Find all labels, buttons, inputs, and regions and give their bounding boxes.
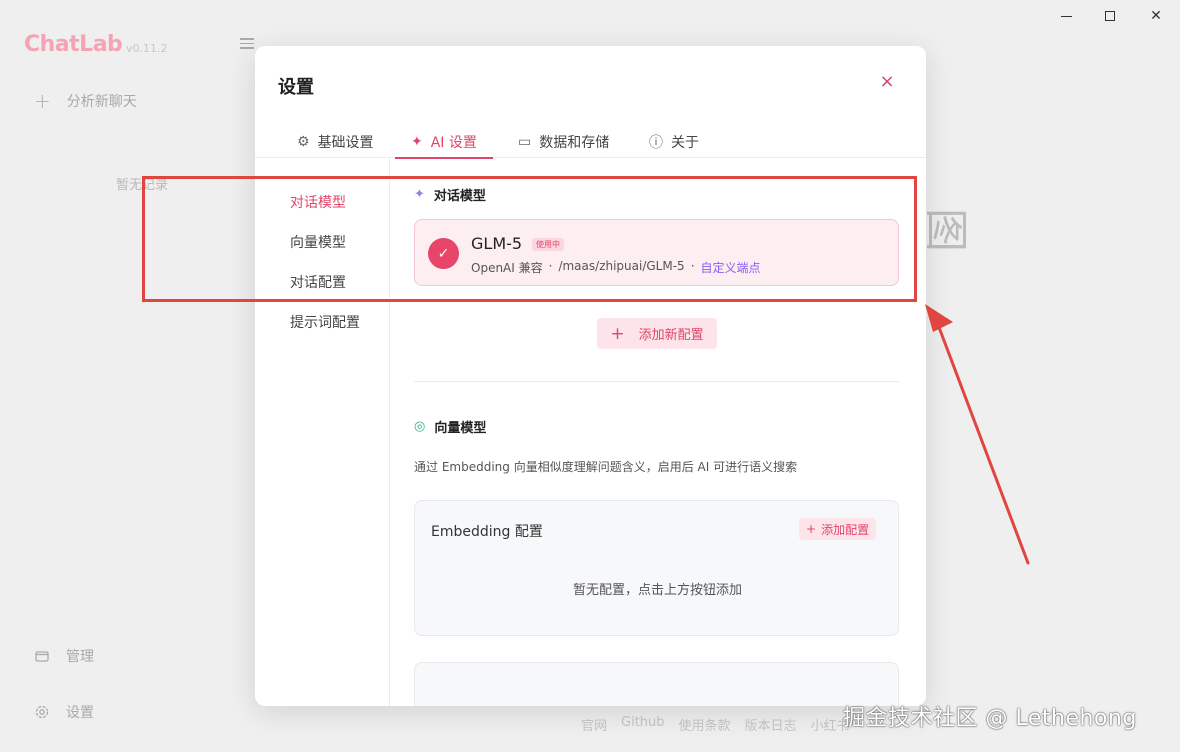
window-close-button[interactable]: ✕ xyxy=(1146,6,1166,26)
check-icon: ✓ xyxy=(428,238,459,269)
plus-icon: + xyxy=(806,522,817,536)
info-icon: ⓘ xyxy=(649,135,663,151)
model-meta: OpenAI 兼容 · /maas/zhipuai/GLM-5 · 自定义端点 xyxy=(471,259,761,276)
settings-content: ✦ 对话模型 ✓ GLM-5 使用中 OpenAI 兼容 · /maas/zhi… xyxy=(391,158,926,706)
embedding-empty-text: 暂无配置，点击上方按钮添加 xyxy=(572,583,742,598)
nav-item-prompt-config[interactable]: 提示词配置 xyxy=(290,312,360,332)
plus-icon: + xyxy=(610,323,625,344)
vector-icon: ◎ xyxy=(414,419,426,434)
tab-about[interactable]: ⓘ 关于 xyxy=(647,126,701,158)
section-title-label: 向量模型 xyxy=(434,421,487,436)
close-icon[interactable]: × xyxy=(877,72,897,92)
maximize-icon xyxy=(1105,11,1115,21)
manage-button[interactable]: 管理 xyxy=(34,646,94,666)
nav-item-chat-model[interactable]: 对话模型 xyxy=(290,192,346,212)
minimize-icon xyxy=(1060,15,1072,17)
app-version: v0.11.2 xyxy=(126,42,168,55)
model-endpoint: /maas/zhipuai/GLM-5 xyxy=(558,259,685,273)
footer-link[interactable]: 使用条款 xyxy=(679,715,731,734)
tab-basic-settings[interactable]: ⚙ 基础设置 xyxy=(295,126,376,158)
tab-label: 基础设置 xyxy=(317,135,374,151)
footer-links: 官网 Github 使用条款 版本日志 小红书 xyxy=(581,715,850,734)
nav-item-chat-config[interactable]: 对话配置 xyxy=(290,272,346,292)
watermark: 掘金技术社区 @ Lethehong xyxy=(843,706,1137,731)
folder-icon: ▭ xyxy=(518,134,532,150)
hamburger-menu-icon[interactable] xyxy=(240,38,254,50)
tab-label: 关于 xyxy=(671,135,699,151)
new-chat-button[interactable]: + 分析新聊天 xyxy=(34,89,137,113)
chat-model-section-title: ✦ 对话模型 xyxy=(414,185,486,204)
tab-data-storage[interactable]: ▭ 数据和存储 xyxy=(516,126,611,158)
custom-endpoint-link[interactable]: 自定义端点 xyxy=(701,259,761,276)
sparkle-icon: ✦ xyxy=(414,187,425,202)
ai-settings-nav: 对话模型 向量模型 对话配置 提示词配置 xyxy=(255,158,390,706)
vector-model-section-title: ◎ 向量模型 xyxy=(414,417,486,436)
gear-icon xyxy=(35,705,49,719)
footer-link[interactable]: 版本日志 xyxy=(745,715,797,734)
settings-label: 设置 xyxy=(66,705,94,721)
empty-history-text: 暂无记录 xyxy=(116,178,169,193)
section-divider xyxy=(414,381,899,382)
tab-ai-settings[interactable]: ✦ AI 设置 xyxy=(395,126,493,159)
add-embedding-config-button[interactable]: + 添加配置 xyxy=(799,518,877,540)
background-glyph: 图 xyxy=(920,208,971,252)
window-maximize-button[interactable] xyxy=(1100,6,1120,26)
new-chat-label: 分析新聊天 xyxy=(66,94,137,110)
model-provider: OpenAI 兼容 xyxy=(471,261,543,275)
settings-modal: 设置 × ⚙ 基础设置 ✦ AI 设置 ▭ 数据和存储 ⓘ 关于 对话模型 向量… xyxy=(255,46,926,706)
section-title-label: 对话模型 xyxy=(433,189,486,204)
settings-tabs: ⚙ 基础设置 ✦ AI 设置 ▭ 数据和存储 ⓘ 关于 xyxy=(255,124,926,159)
modal-title: 设置 xyxy=(278,77,314,98)
add-config-label: 添加新配置 xyxy=(638,328,704,343)
status-badge: 使用中 xyxy=(532,238,564,251)
nav-item-vector-model[interactable]: 向量模型 xyxy=(290,232,346,252)
tab-label: AI 设置 xyxy=(430,135,477,151)
gear-icon: ⚙ xyxy=(297,134,310,150)
manage-label: 管理 xyxy=(66,649,94,665)
model-config-card[interactable]: ✓ GLM-5 使用中 OpenAI 兼容 · /maas/zhipuai/GL… xyxy=(414,219,899,286)
window-minimize-button[interactable] xyxy=(1056,6,1076,26)
sidebar: ChatLab v0.11.2 + 分析新聊天 暂无记录 管理 设置 xyxy=(0,0,255,752)
next-config-box xyxy=(414,662,899,706)
vector-section-description: 通过 Embedding 向量相似度理解问题含义，启用后 AI 可进行语义搜索 xyxy=(414,460,798,474)
embedding-config-box: Embedding 配置 + 添加配置 暂无配置，点击上方按钮添加 xyxy=(414,500,899,636)
add-new-config-button[interactable]: + 添加新配置 xyxy=(597,318,717,349)
settings-button[interactable]: 设置 xyxy=(34,702,94,722)
add-embedding-label: 添加配置 xyxy=(821,522,870,537)
separator: · xyxy=(690,259,695,273)
plus-icon: + xyxy=(34,89,51,113)
separator: · xyxy=(548,259,553,273)
model-name: GLM-5 xyxy=(471,234,523,253)
embedding-config-title: Embedding 配置 xyxy=(431,524,543,540)
sparkle-icon: ✦ xyxy=(411,134,423,150)
footer-link[interactable]: 官网 xyxy=(581,715,607,734)
app-logo: ChatLab xyxy=(24,32,123,57)
box-icon xyxy=(35,651,49,662)
footer-link[interactable]: Github xyxy=(621,715,665,734)
tab-label: 数据和存储 xyxy=(539,135,610,151)
